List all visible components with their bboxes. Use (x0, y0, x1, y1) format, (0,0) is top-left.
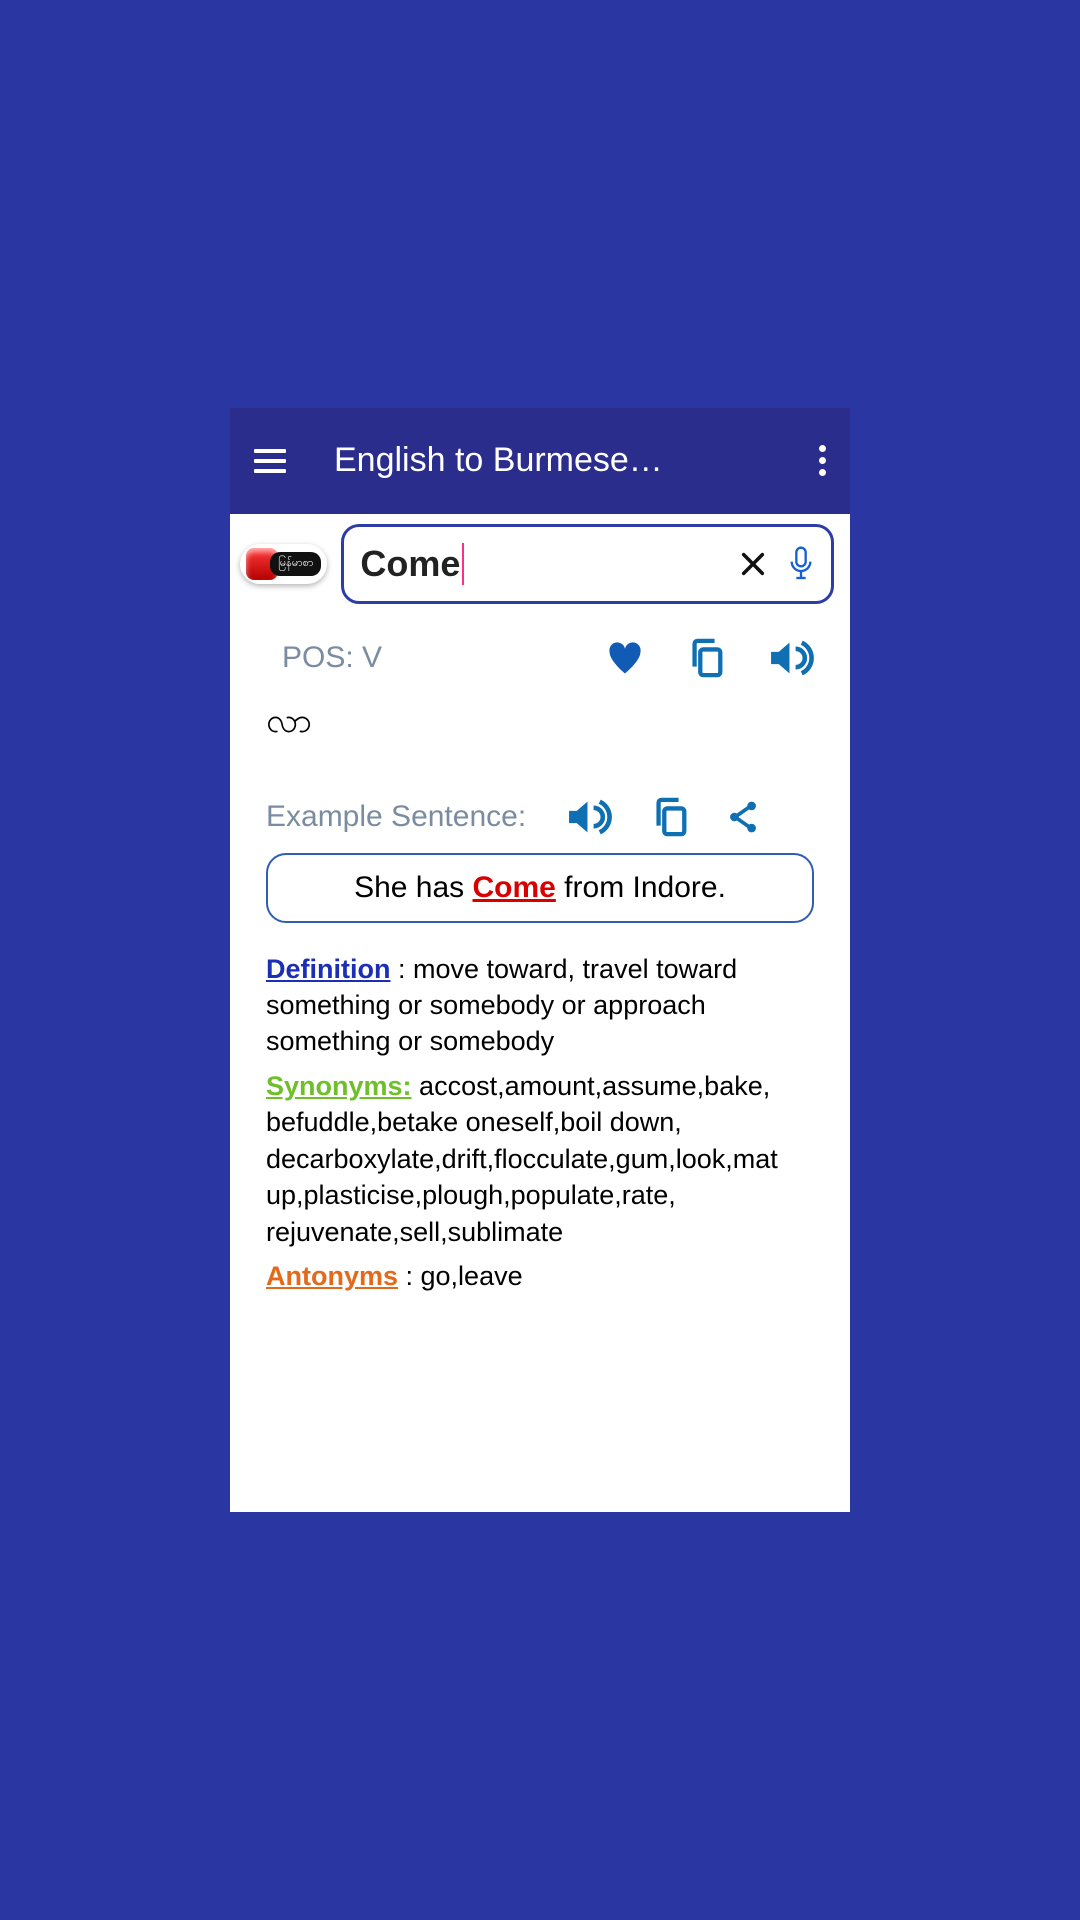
example-speaker-icon[interactable] (566, 798, 612, 836)
example-sentence: She has Come from Indore. (266, 853, 814, 923)
language-label: မြန်မာစာ (270, 552, 321, 576)
spacer (266, 1302, 814, 1472)
example-header: Example Sentence: (266, 797, 814, 837)
example-label: Example Sentence: (266, 800, 526, 834)
example-before: She has (354, 871, 472, 904)
translation-text: လာ (266, 698, 814, 749)
antonyms-text: : go,leave (398, 1261, 523, 1291)
search-input-box[interactable]: Come (341, 524, 834, 604)
mic-icon[interactable] (787, 545, 815, 583)
clear-icon[interactable] (739, 550, 767, 578)
copy-icon[interactable] (688, 638, 724, 678)
antonyms-label: Antonyms (266, 1261, 398, 1291)
search-value: Come (360, 543, 460, 585)
menu-icon[interactable] (246, 441, 294, 481)
definition-label: Definition (266, 954, 390, 984)
content-area: POS: V လာ Example Sentence: (230, 614, 850, 1513)
speaker-icon[interactable] (768, 639, 814, 677)
pos-label: POS: V (266, 641, 562, 675)
pos-row: POS: V (266, 638, 814, 678)
search-input[interactable]: Come (360, 543, 739, 585)
synonyms-section: Synonyms: accost,amount,assume,bake, bef… (266, 1068, 814, 1250)
text-cursor (462, 543, 464, 585)
antonyms-section: Antonyms : go,leave (266, 1258, 814, 1294)
app-bar: English to Burmese… (230, 408, 850, 514)
language-toggle[interactable]: မြန်မာစာ (240, 544, 327, 584)
app-screen: English to Burmese… မြန်မာစာ Come POS: V (230, 408, 850, 1513)
app-title: English to Burmese… (334, 441, 803, 480)
more-icon[interactable] (811, 437, 834, 484)
example-copy-icon[interactable] (652, 797, 688, 837)
share-icon[interactable] (728, 801, 758, 833)
search-row: မြန်မာစာ Come (230, 514, 850, 614)
definition-section: Definition : move toward, travel toward … (266, 951, 814, 1060)
example-highlight: Come (472, 871, 555, 904)
synonyms-label: Synonyms: (266, 1071, 412, 1101)
example-after: from Indore. (556, 871, 726, 904)
favorite-icon[interactable] (606, 641, 644, 675)
